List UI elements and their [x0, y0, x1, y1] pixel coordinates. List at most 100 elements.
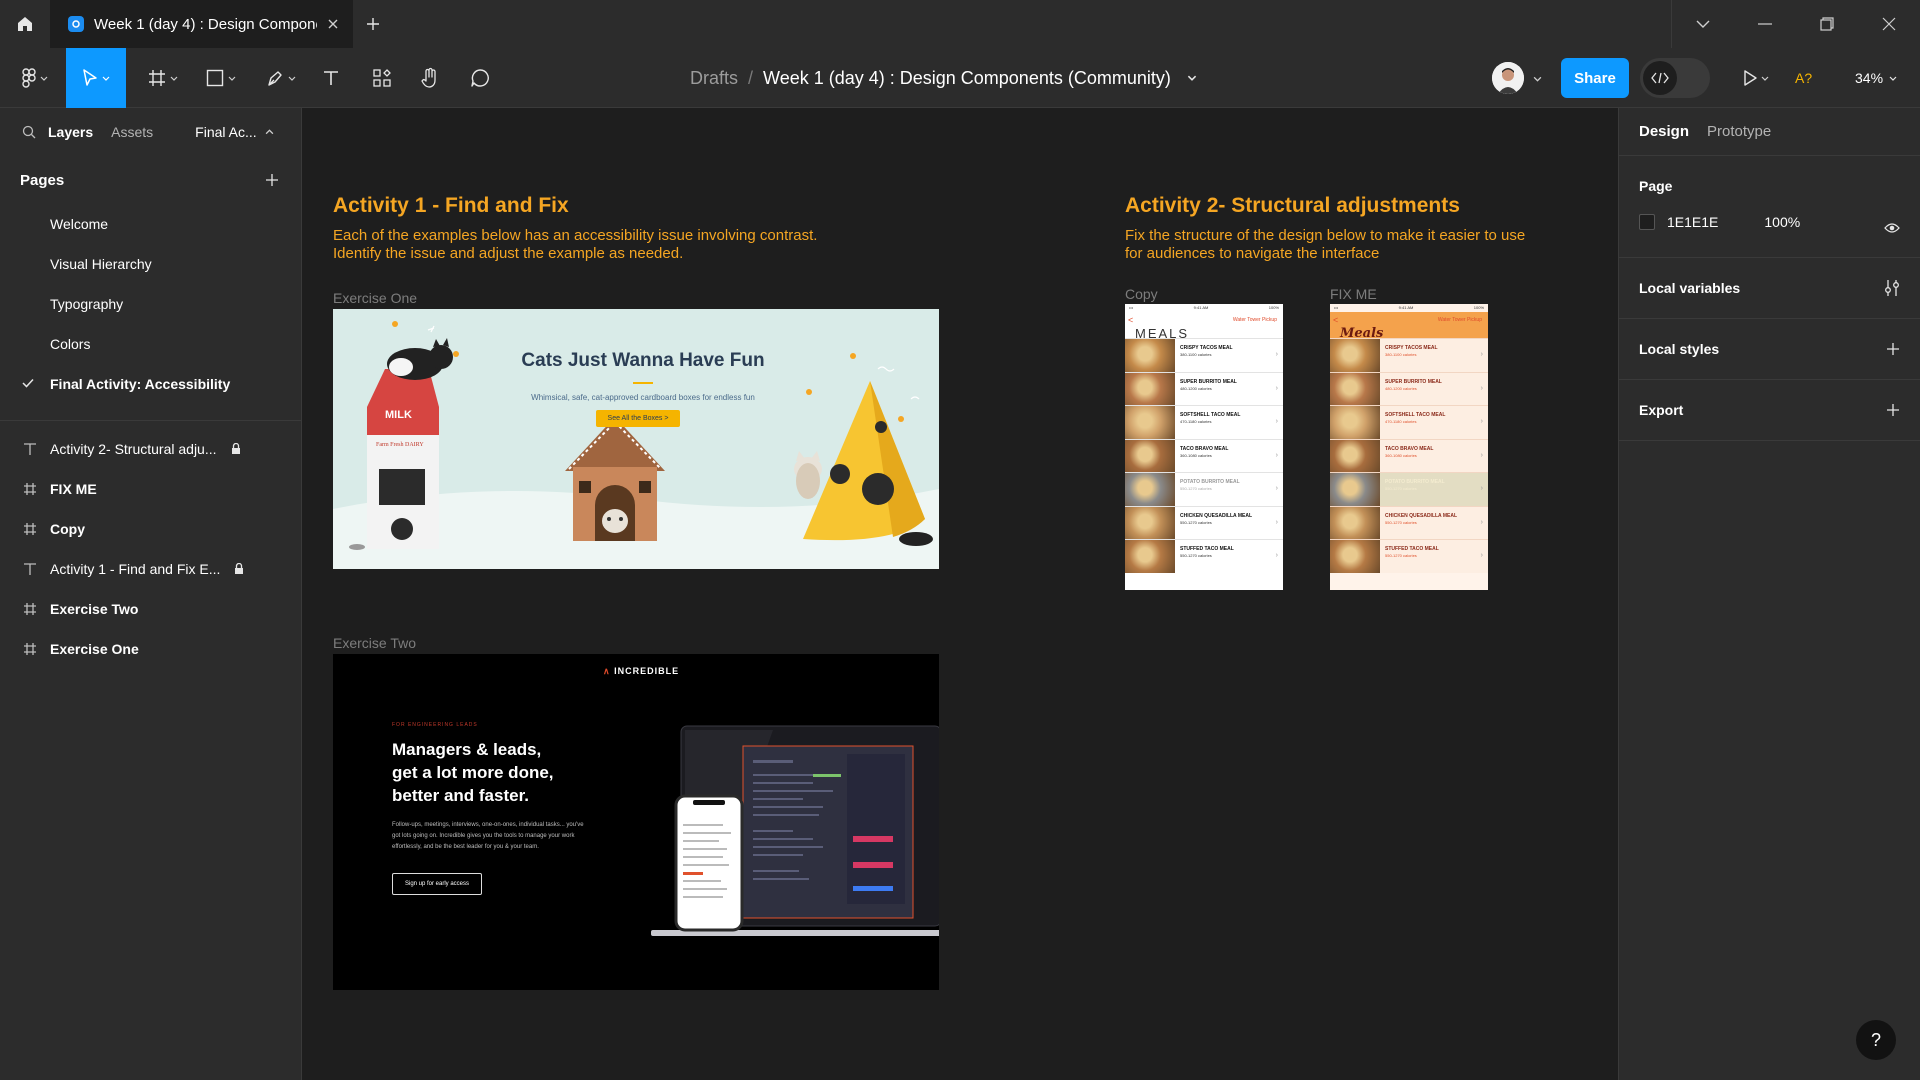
meal-calories: 380-1100 calories: [1180, 352, 1212, 357]
exercise-one-label[interactable]: Exercise One: [333, 290, 417, 306]
layer-exercise-one[interactable]: Exercise One: [0, 629, 301, 669]
layer-copy[interactable]: Copy: [0, 509, 301, 549]
layer-fix-me[interactable]: FIX ME: [0, 469, 301, 509]
search-icon[interactable]: [22, 125, 36, 139]
main-menu-button[interactable]: [12, 48, 58, 108]
meal-row[interactable]: TACO BRAVO MEAL 360-1080 calories ›: [1125, 438, 1283, 472]
page-color-hex[interactable]: 1E1E1E: [1667, 214, 1718, 230]
file-tab[interactable]: Week 1 (day 4) : Design Componer: [50, 0, 353, 48]
font-warning-indicator[interactable]: A?: [1795, 48, 1812, 108]
meal-row[interactable]: CHICKEN QUESADILLA MEAL 550-1270 calories…: [1125, 505, 1283, 539]
see-all-boxes-button[interactable]: See All the Boxes >: [596, 410, 680, 427]
share-button[interactable]: Share: [1561, 58, 1629, 98]
tab-prototype[interactable]: Prototype: [1707, 123, 1771, 140]
page-color-swatch[interactable]: [1639, 214, 1655, 230]
location-label[interactable]: Water Tower Pickup: [1438, 317, 1482, 323]
meal-text: CHICKEN QUESADILLA MEAL 550-1270 calories: [1380, 507, 1457, 540]
minimize-icon[interactable]: [1734, 0, 1796, 48]
resources-button[interactable]: [366, 48, 398, 108]
pen-icon: [268, 71, 282, 86]
meal-row[interactable]: STUFFED TACO MEAL 550-1270 calories ›: [1330, 539, 1488, 573]
add-style-icon[interactable]: [1886, 342, 1900, 356]
page-item-final-activity[interactable]: Final Activity: Accessibility: [0, 364, 301, 404]
layer-activity2-text[interactable]: Activity 2- Structural adju...: [0, 429, 301, 469]
meal-photo: [1125, 540, 1175, 573]
status-signal: •••: [1129, 305, 1134, 310]
add-page-icon[interactable]: [265, 173, 279, 187]
exercise-two-frame[interactable]: ∧ INCREDIBLE FOR ENGINEERING LEADS Manag…: [333, 654, 939, 990]
meal-text: STUFFED TACO MEAL 550-1270 calories: [1380, 540, 1439, 573]
tab-assets[interactable]: Assets: [111, 124, 153, 140]
present-button[interactable]: [1736, 48, 1776, 108]
close-window-icon[interactable]: [1858, 0, 1920, 48]
meal-row[interactable]: SUPER BURRITO MEAL 480-1200 calories ›: [1330, 371, 1488, 405]
add-export-icon[interactable]: [1886, 403, 1900, 417]
meal-row[interactable]: SUPER BURRITO MEAL 480-1200 calories ›: [1125, 371, 1283, 405]
tab-layers[interactable]: Layers: [48, 124, 93, 140]
meal-list: CRISPY TACOS MEAL 380-1100 calories › SUPER…: [1330, 338, 1488, 573]
zoom-menu[interactable]: 34%: [1855, 48, 1897, 108]
chevron-down-icon[interactable]: [1533, 76, 1542, 82]
meal-row[interactable]: STUFFED TACO MEAL 550-1270 calories ›: [1125, 539, 1283, 573]
frame-tool-button[interactable]: [140, 48, 186, 108]
hand-tool-button[interactable]: [414, 48, 446, 108]
frame-icon: [22, 641, 38, 657]
activity2-description[interactable]: Fix the structure of the design below to…: [1125, 227, 1525, 263]
page-item-visual-hierarchy[interactable]: Visual Hierarchy: [0, 244, 301, 284]
file-name[interactable]: Week 1 (day 4) : Design Components (Comm…: [763, 68, 1171, 89]
lock-icon[interactable]: [231, 443, 241, 455]
restore-icon[interactable]: [1796, 0, 1858, 48]
breadcrumb-drafts[interactable]: Drafts: [690, 68, 738, 89]
exercise-one-frame[interactable]: MILK Farm Fresh DAIRY Cats Just Wanna Ha…: [333, 309, 939, 569]
shape-tool-button[interactable]: [198, 48, 244, 108]
layer-exercise-two[interactable]: Exercise Two: [0, 589, 301, 629]
page-item-colors[interactable]: Colors: [0, 324, 301, 364]
page-selector[interactable]: Final Ac...: [195, 124, 273, 140]
meal-row[interactable]: POTATO BURRITO MEAL 550-1270 calories ›: [1330, 472, 1488, 506]
exercise-two-label[interactable]: Exercise Two: [333, 635, 416, 651]
meal-calories: 470-1180 calories: [1385, 419, 1417, 424]
meal-row[interactable]: CRISPY TACOS MEAL 380-1100 calories ›: [1330, 338, 1488, 372]
pen-tool-button[interactable]: [258, 48, 304, 108]
meal-text: CRISPY TACOS MEAL 380-1100 calories: [1175, 339, 1233, 372]
dev-mode-toggle[interactable]: [1640, 58, 1710, 98]
location-label[interactable]: Water Tower Pickup: [1233, 317, 1277, 323]
page-item-welcome[interactable]: Welcome: [0, 204, 301, 244]
meal-row[interactable]: POTATO BURRITO MEAL 550-1270 calories ›: [1125, 472, 1283, 506]
lock-icon[interactable]: [234, 563, 244, 575]
canvas[interactable]: Activity 1 - Find and Fix Each of the ex…: [303, 108, 1618, 1080]
meal-row[interactable]: SOFTSHELL TACO MEAL 470-1180 calories ›: [1330, 405, 1488, 439]
meal-calories: 470-1180 calories: [1180, 419, 1212, 424]
move-tool-button[interactable]: [66, 48, 126, 108]
fix-me-label[interactable]: FIX ME: [1330, 286, 1377, 302]
copy-phone-frame[interactable]: ••• 9:41 AM 100% < Water Tower Pickup ME…: [1125, 304, 1283, 590]
meal-row[interactable]: CRISPY TACOS MEAL 380-1100 calories ›: [1125, 338, 1283, 372]
fix-me-phone-frame[interactable]: ••• 9:41 AM 100% < Water Tower Pickup Me…: [1330, 304, 1488, 590]
tab-design[interactable]: Design: [1639, 123, 1689, 140]
new-tab-icon[interactable]: [353, 0, 393, 48]
home-icon[interactable]: [0, 0, 50, 48]
eye-icon[interactable]: [1884, 222, 1900, 234]
early-access-button[interactable]: Sign up for early access: [392, 873, 482, 895]
page-item-typography[interactable]: Typography: [0, 284, 301, 324]
comment-tool-button[interactable]: [464, 48, 496, 108]
activity2-title[interactable]: Activity 2- Structural adjustments: [1125, 194, 1460, 218]
chevron-down-icon[interactable]: [1187, 75, 1197, 81]
avatar[interactable]: [1492, 62, 1524, 94]
back-chevron-icon[interactable]: <: [1128, 315, 1133, 325]
meal-calories: 550-1270 calories: [1180, 553, 1212, 558]
activity1-title[interactable]: Activity 1 - Find and Fix: [333, 194, 569, 218]
back-chevron-icon[interactable]: <: [1333, 315, 1338, 325]
close-tab-icon[interactable]: [327, 18, 339, 30]
copy-label[interactable]: Copy: [1125, 286, 1158, 302]
variables-settings-icon[interactable]: [1884, 279, 1900, 297]
activity1-description[interactable]: Each of the examples below has an access…: [333, 227, 817, 263]
meal-row[interactable]: CHICKEN QUESADILLA MEAL 550-1270 calories…: [1330, 505, 1488, 540]
text-tool-button[interactable]: [316, 48, 346, 108]
meal-row[interactable]: SOFTSHELL TACO MEAL 470-1180 calories ›: [1125, 405, 1283, 439]
tabs-dropdown-icon[interactable]: [1672, 0, 1734, 48]
help-button[interactable]: ?: [1856, 1020, 1896, 1060]
layer-activity1-text[interactable]: Activity 1 - Find and Fix E...: [0, 549, 301, 589]
page-color-opacity[interactable]: 100%: [1764, 214, 1800, 230]
meal-row[interactable]: TACO BRAVO MEAL 360-1080 calories ›: [1330, 438, 1488, 472]
